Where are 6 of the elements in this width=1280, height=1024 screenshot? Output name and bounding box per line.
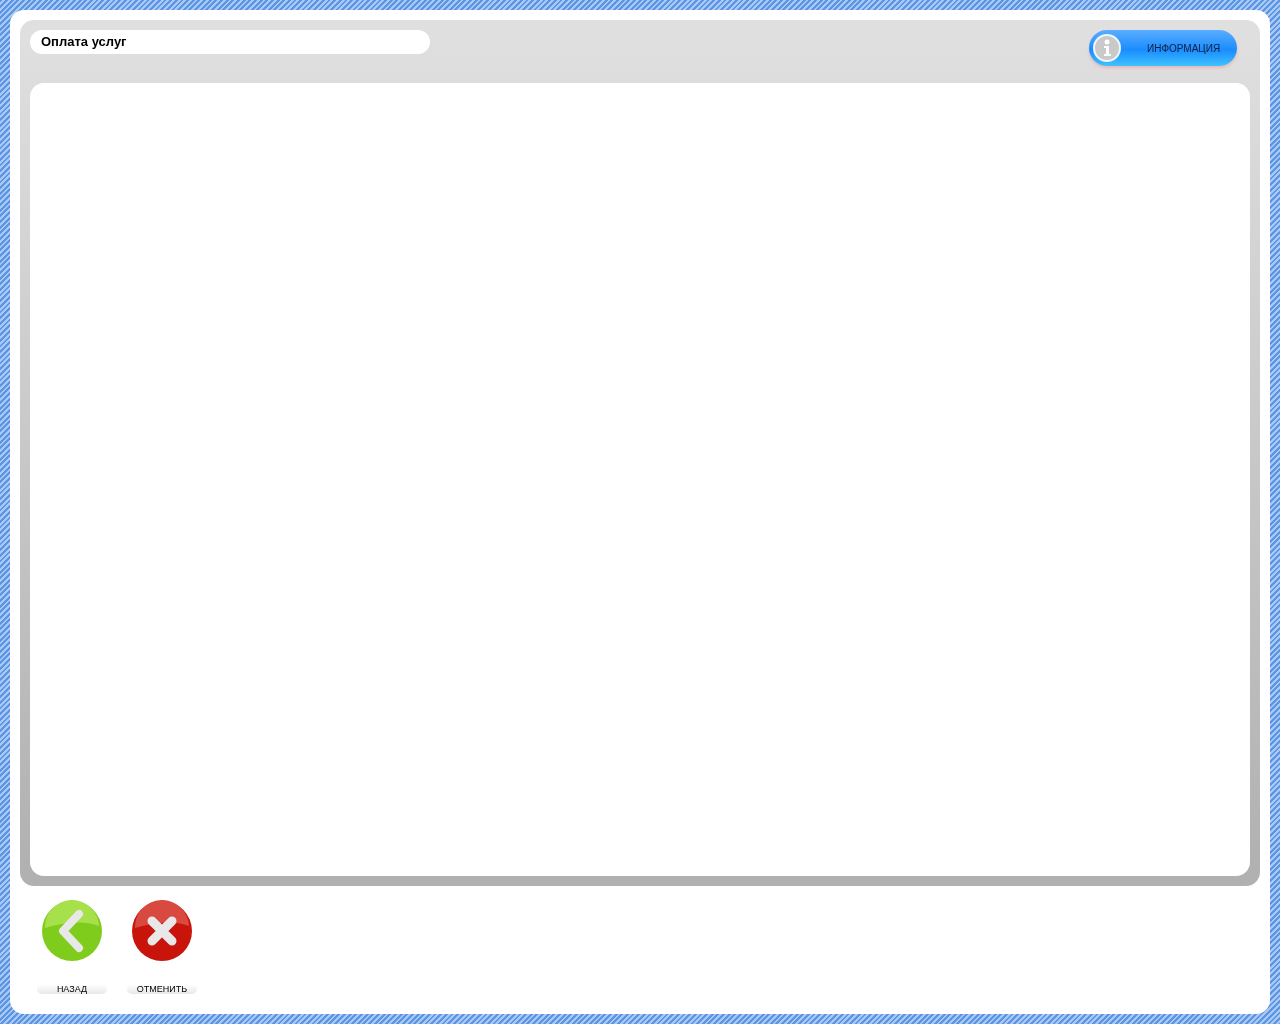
page-title: Оплата услуг — [41, 33, 127, 52]
cancel-cross-icon — [131, 900, 193, 962]
cancel-button[interactable]: ОТМЕНИТЬ — [127, 900, 197, 994]
back-button[interactable]: НАЗАД — [37, 900, 107, 994]
info-button[interactable]: ИНФОРМАЦИЯ — [1089, 30, 1237, 66]
info-icon — [1093, 34, 1121, 62]
